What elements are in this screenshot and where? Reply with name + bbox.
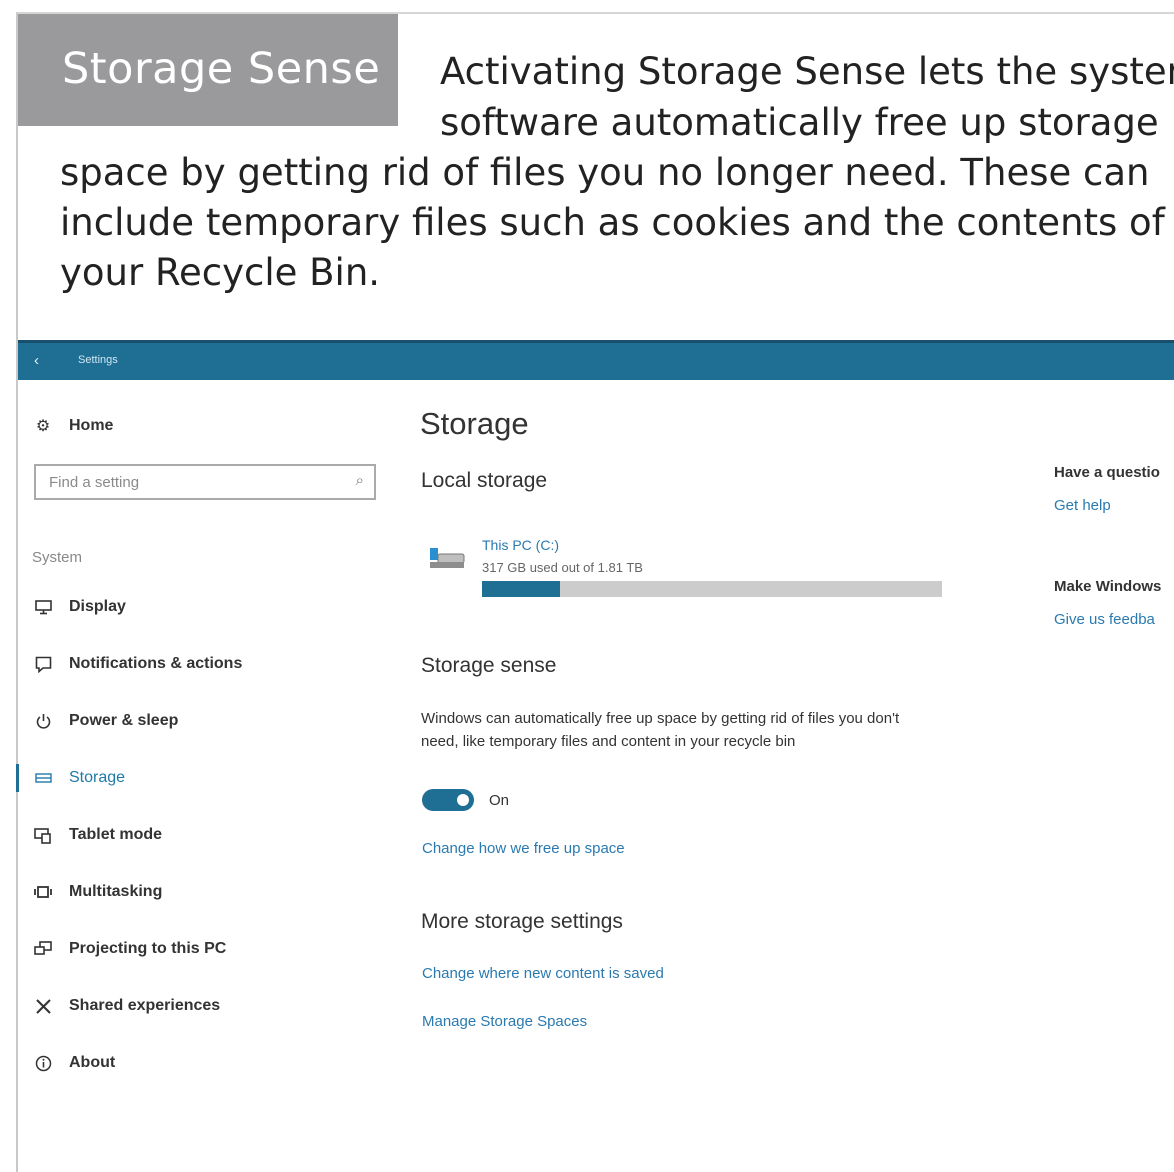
change-free-up-link[interactable]: Change how we free up space [422,840,625,857]
sidebar-item-storage[interactable]: Storage [34,765,125,791]
sidebar-item-about[interactable]: About [34,1050,115,1076]
drive-usage-bar [482,581,942,597]
search-input[interactable]: Find a setting ⌕ [34,464,376,500]
projecting-icon [34,940,52,958]
change-save-location-link[interactable]: Change where new content is saved [422,965,664,982]
back-arrow-icon[interactable]: ‹ [34,352,39,369]
drive-usage-fill [482,581,561,597]
tablet-mode-icon [34,826,52,844]
power-icon [34,712,52,730]
storage-sense-toggle[interactable] [422,789,474,811]
manage-storage-spaces-link[interactable]: Manage Storage Spaces [422,1013,587,1030]
sidebar-item-label: Notifications & actions [69,655,243,672]
storage-icon [34,769,52,787]
get-help-link[interactable]: Get help [1054,497,1111,514]
give-feedback-link[interactable]: Give us feedba [1054,611,1155,628]
sidebar-item-notifications[interactable]: Notifications & actions [34,651,242,677]
intro-line-5: your Recycle Bin. [60,251,381,294]
search-placeholder: Find a setting [49,474,140,491]
local-storage-heading: Local storage [421,469,548,492]
sidebar-item-label: Display [69,598,126,615]
section-label: System [32,549,83,566]
sidebar-item-label: Shared experiences [69,997,221,1014]
intro-line-2: software automatically free up storage [440,101,1159,144]
drive-usage-text: 317 GB used out of 1.81 TB [482,560,643,575]
sidebar-item-home[interactable]: ⚙ Home [34,413,114,439]
storage-sense-description: Windows can automatically free up space … [421,710,900,750]
sidebar-item-display[interactable]: Display [34,594,126,620]
intro-line-3: space by getting rid of files you no lon… [60,151,1150,194]
toggle-knob [457,794,469,806]
sidebar-item-shared-experiences[interactable]: Shared experiences [34,993,220,1019]
about-icon [34,1054,52,1072]
settings-title-bar: ‹ Settings [18,340,1174,380]
sidebar-item-power[interactable]: Power & sleep [34,708,178,734]
storage-sense-heading: Storage sense [421,654,557,677]
sidebar-item-label: Projecting to this PC [69,940,227,957]
toggle-state-label: On [489,792,510,809]
display-icon [34,598,52,616]
drive-icon [428,546,466,574]
search-icon: ⌕ [355,472,364,489]
drive-name-link[interactable]: This PC (C:) [482,537,559,553]
sidebar-item-projecting[interactable]: Projecting to this PC [34,936,226,962]
sidebar-item-label: About [69,1054,116,1071]
sidebar-item-multitasking[interactable]: Multitasking [34,879,162,905]
sidebar-item-tablet-mode[interactable]: Tablet mode [34,822,162,848]
sidebar-item-label: Tablet mode [69,826,163,843]
shared-experiences-icon [34,997,52,1015]
notifications-icon [34,655,52,673]
window-title: Settings [78,354,118,366]
sidebar-item-label: Storage [69,769,126,786]
main-title: Storage [420,406,529,441]
active-indicator [16,764,19,792]
intro-line-1: Activating Storage Sense lets the system [440,50,1174,93]
help-question-text: Have a questio [1054,464,1160,481]
page-title: Storage Sense [62,44,381,94]
intro-line-4: include temporary files such as cookies … [60,201,1165,244]
sidebar-item-label: Power & sleep [69,712,179,729]
home-gear-icon: ⚙ [35,418,51,435]
multitasking-icon [34,883,52,901]
sidebar-item-label: Multitasking [69,883,163,900]
more-storage-heading: More storage settings [421,910,623,933]
sidebar-item-label: Home [69,417,114,434]
make-windows-better-text: Make Windows [1054,578,1162,595]
